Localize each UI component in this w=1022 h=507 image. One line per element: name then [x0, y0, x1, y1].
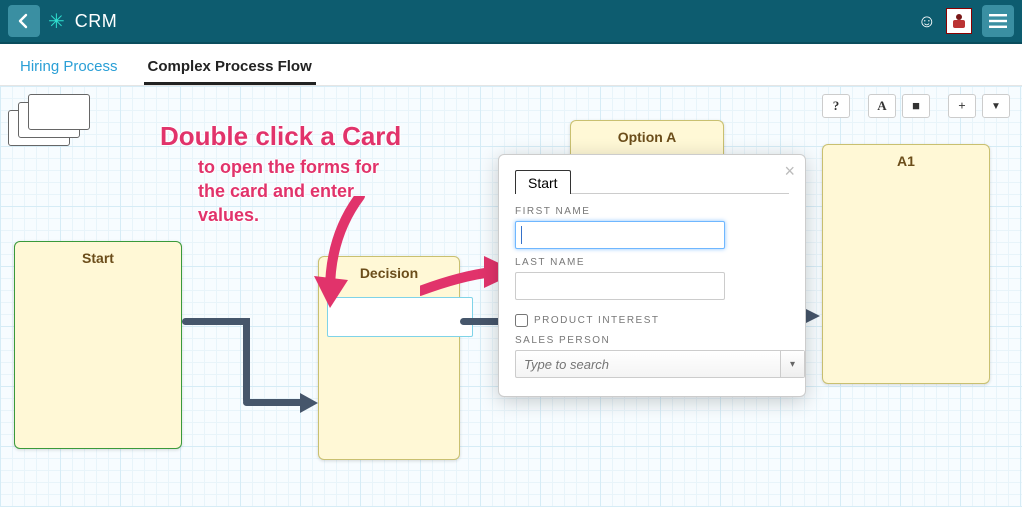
tab-complex-process-flow[interactable]: Complex Process Flow	[144, 48, 316, 85]
tab-hiring-process[interactable]: Hiring Process	[16, 48, 122, 85]
last-name-label: LAST NAME	[515, 257, 789, 268]
annotation-heading: Double click a Card	[160, 120, 401, 153]
sales-person-search-input[interactable]	[516, 354, 780, 375]
popup-close-button[interactable]: ×	[784, 161, 795, 182]
hamburger-icon	[989, 14, 1007, 28]
popup-tab-start[interactable]: Start	[515, 170, 571, 194]
filter-button[interactable]: ▼	[982, 94, 1010, 118]
first-name-input[interactable]	[515, 221, 725, 249]
card-form-popup: × Start FIRST NAME LAST NAME PRODUCT INT…	[498, 154, 806, 397]
top-bar: ✳ CRM ☺	[0, 0, 1022, 44]
fill-tool-button[interactable]: ■	[902, 94, 930, 118]
text-tool-button[interactable]: A	[868, 94, 896, 118]
product-interest-label: PRODUCT INTEREST	[534, 315, 660, 326]
tab-strip: Hiring Process Complex Process Flow	[0, 44, 1022, 86]
card-a1[interactable]: A1	[822, 144, 990, 384]
connector-arrowhead-icon	[300, 393, 320, 413]
help-button[interactable]: ?	[822, 94, 850, 118]
back-button[interactable]	[8, 5, 40, 37]
avatar-icon	[949, 11, 969, 31]
feedback-icon[interactable]: ☺	[918, 11, 936, 32]
user-avatar[interactable]	[946, 8, 972, 34]
main-menu-button[interactable]	[982, 5, 1014, 37]
dropdown-toggle[interactable]: ▾	[780, 351, 804, 377]
connector	[243, 399, 305, 406]
chevron-down-icon: ▾	[790, 359, 795, 370]
sales-person-label: SALES PERSON	[515, 335, 789, 346]
card-start[interactable]: Start	[14, 241, 182, 449]
canvas-toolbar: ? A ■ + ▼	[822, 94, 1010, 118]
arrow-left-icon	[16, 13, 32, 29]
card-start-title: Start	[15, 242, 181, 274]
annotation-arrow-icon	[300, 196, 390, 316]
text-caret-icon	[521, 226, 522, 244]
add-button[interactable]: +	[948, 94, 976, 118]
flow-canvas[interactable]: ? A ■ + ▼ Start Decision Option A A1 Dou…	[0, 86, 1022, 507]
app-title: CRM	[75, 11, 118, 32]
card-option-a-title: Option A	[571, 121, 723, 153]
first-name-label: FIRST NAME	[515, 206, 789, 217]
app-logo-icon: ✳	[48, 9, 65, 34]
annotation-line: to open the forms for	[198, 156, 379, 179]
connector	[243, 318, 250, 406]
connector	[182, 318, 250, 325]
sales-person-select[interactable]: ▾	[515, 350, 805, 378]
product-interest-checkbox[interactable]	[515, 314, 528, 327]
last-name-input[interactable]	[515, 272, 725, 300]
card-option-a[interactable]: Option A	[570, 120, 724, 158]
annotation.line4: values.	[198, 204, 259, 227]
card-a1-title: A1	[823, 145, 989, 177]
